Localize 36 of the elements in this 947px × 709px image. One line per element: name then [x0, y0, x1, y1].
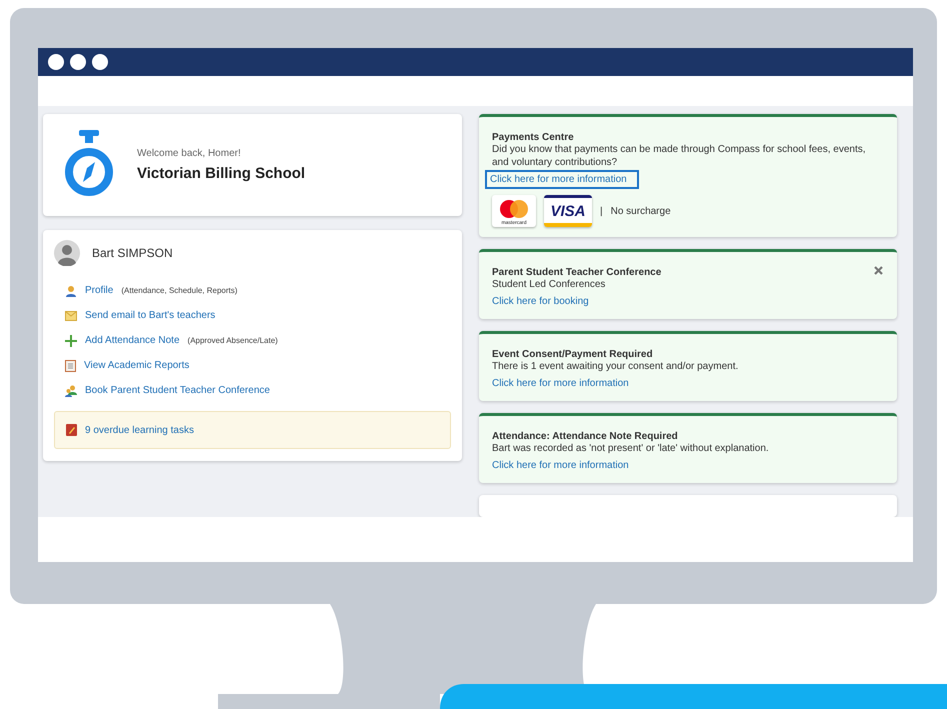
- document-icon: [65, 360, 76, 372]
- overdue-link[interactable]: 9 overdue learning tasks: [85, 424, 194, 436]
- menu-link[interactable]: View Academic Reports: [84, 360, 190, 371]
- menu-link[interactable]: Profile: [85, 285, 114, 296]
- window-dot: [48, 54, 64, 70]
- notice-link[interactable]: Click here for more information: [492, 378, 629, 389]
- menu-link[interactable]: Send email to Bart's teachers: [85, 310, 216, 321]
- notice-link[interactable]: Click here for more information: [492, 460, 629, 471]
- avatar-icon: [54, 240, 80, 266]
- student-name: Bart SIMPSON: [92, 246, 173, 260]
- menu-link[interactable]: Book Parent Student Teacher Conference: [85, 385, 270, 396]
- link-note: (Approved Absence/Late): [188, 336, 278, 345]
- school-name: Victorian Billing School: [137, 165, 306, 182]
- visa-logo: VISA: [544, 195, 592, 227]
- person-icon: [65, 284, 77, 296]
- window-dot: [92, 54, 108, 70]
- notice-text: Bart was recorded as 'not present' or 'late' without explanation.: [492, 442, 769, 455]
- welcome-text: Welcome back, Homer!: [137, 148, 242, 159]
- surcharge-text: No surcharge: [610, 204, 671, 218]
- menu-link[interactable]: Add Attendance Note: [85, 335, 180, 346]
- notice-text: Student Led Conferences: [492, 278, 606, 291]
- notice-text: Did you know that payments can be made through Compass for school fees, events, and voluntary contributions?: [492, 143, 867, 169]
- notice-text: There is 1 event awaiting your consent and/or payment.: [492, 360, 738, 373]
- notice-link[interactable]: Click here for booking: [492, 296, 589, 307]
- book-icon: [66, 424, 77, 436]
- separator-text: |: [600, 206, 603, 216]
- notice-title: Attendance: Attendance Note Required: [492, 431, 678, 442]
- link-note: (Attendance, Schedule, Reports): [121, 286, 238, 295]
- plus-icon: [65, 334, 77, 346]
- notice-title: Parent Student Teacher Conference: [492, 267, 662, 278]
- notice-title: Event Consent/Payment Required: [492, 349, 653, 360]
- notice-title: Payments Centre: [492, 132, 574, 143]
- close-icon[interactable]: [874, 266, 883, 275]
- window-dot: [70, 54, 86, 70]
- envelope-icon: [65, 310, 77, 320]
- people-icon: [65, 384, 77, 396]
